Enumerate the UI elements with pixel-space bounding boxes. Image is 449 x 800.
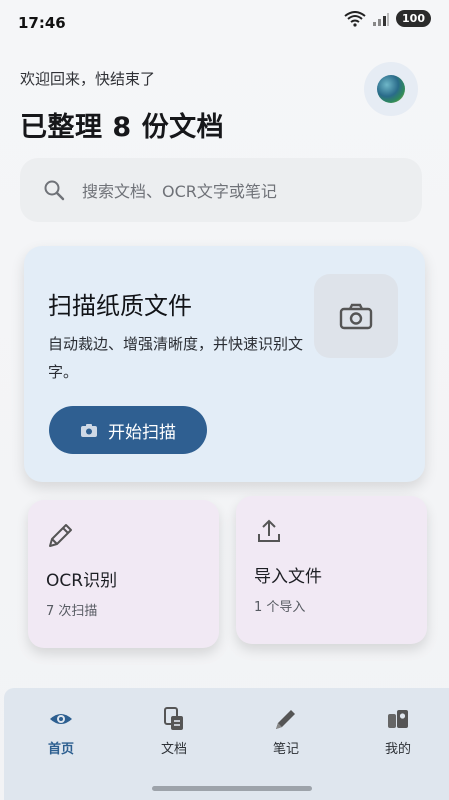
upload-icon — [258, 519, 280, 542]
search-bar[interactable]: 搜索文档、OCR文字或笔记 — [20, 158, 422, 222]
nav-label-profile: 我的 — [384, 742, 411, 757]
nav-item-home[interactable]: 首页 — [21, 706, 101, 764]
avatar — [377, 75, 405, 103]
pencil-icon — [49, 524, 72, 547]
avatar-button[interactable] — [364, 62, 418, 116]
ocr-card[interactable]: OCR识别 7 次扫描 — [28, 500, 219, 648]
battery-badge: 100 — [396, 10, 431, 27]
nav-label-documents: 文档 — [160, 742, 187, 757]
pen-icon — [276, 710, 295, 729]
status-time: 17:46 — [18, 14, 66, 32]
greeting-text: 欢迎回来，快结束了 — [20, 70, 156, 88]
ocr-card-subtitle: 7 次扫描 — [46, 604, 98, 619]
app-screen: 17:46 100 欢迎回来，快结束了 已整理 8 份文档 搜索文档、OCR文字… — [0, 0, 449, 800]
nav-label-home: 首页 — [47, 742, 74, 757]
nav-item-documents[interactable]: 文档 — [134, 706, 214, 764]
start-scan-label: 开始扫描 — [108, 422, 176, 443]
import-card-title: 导入文件 — [254, 567, 322, 587]
nav-item-notes[interactable]: 笔记 — [246, 706, 326, 764]
document-icon — [164, 707, 183, 730]
import-card[interactable]: 导入文件 1 个导入 — [236, 496, 427, 644]
scan-card[interactable]: 扫描纸质文件 自动裁边、增强清晰度，并快速识别文字。 开始扫描 — [24, 246, 425, 482]
eye-icon — [50, 714, 72, 724]
ocr-card-title: OCR识别 — [46, 571, 118, 591]
start-scan-button[interactable]: 开始扫描 — [49, 406, 207, 454]
import-card-subtitle: 1 个导入 — [254, 600, 306, 615]
wifi-icon — [344, 10, 366, 27]
nav-label-notes: 笔记 — [272, 742, 299, 757]
bottom-navigation: 首页 文档 笔记 我的 — [4, 688, 449, 800]
status-icons: 100 — [344, 10, 431, 27]
page-title: 已整理 8 份文档 — [20, 112, 225, 143]
home-indicator[interactable] — [152, 786, 312, 791]
search-placeholder: 搜索文档、OCR文字或笔记 — [82, 182, 277, 201]
nav-item-profile[interactable]: 我的 — [358, 706, 438, 764]
profile-icon — [388, 710, 408, 728]
scan-card-title: 扫描纸质文件 — [48, 292, 192, 320]
scan-card-description: 自动裁边、增强清晰度，并快速识别文字。 — [48, 335, 304, 381]
signal-icon — [373, 12, 390, 26]
camera-tile[interactable] — [314, 274, 398, 358]
search-icon — [44, 180, 65, 201]
status-bar: 17:46 100 — [0, 0, 449, 44]
camera-icon — [81, 423, 97, 437]
camera-icon — [339, 303, 373, 330]
